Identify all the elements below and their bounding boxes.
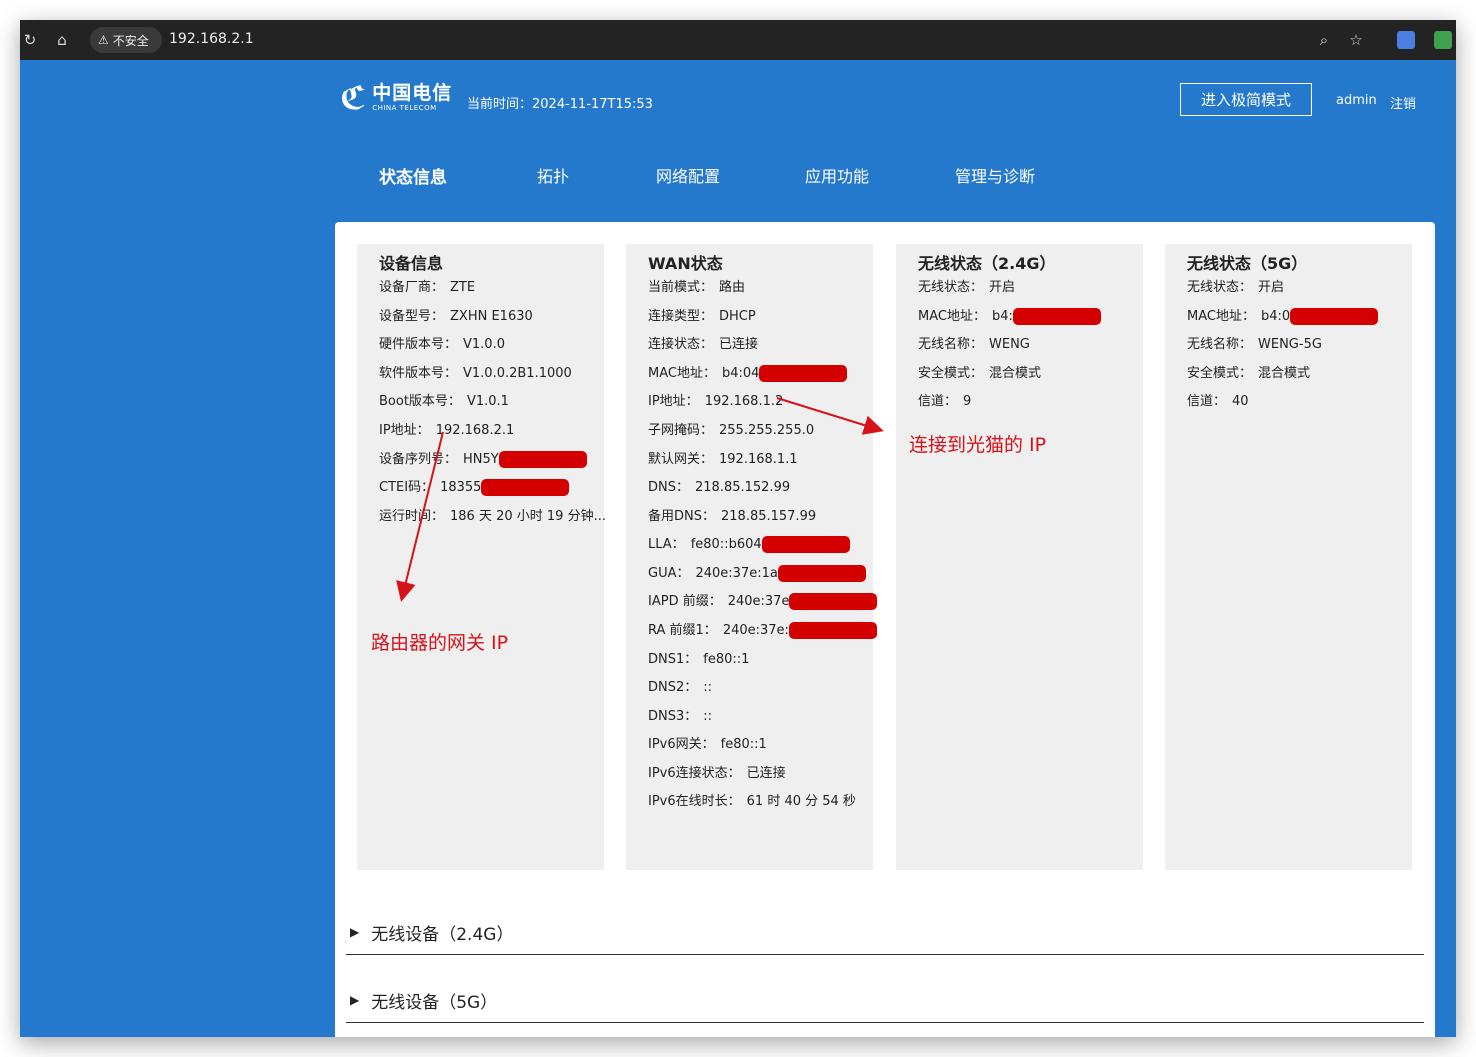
wireless-24g-row: 无线名称： WENG (918, 337, 1030, 352)
wireless-24g-card: 无线状态（2.4G） 无线状态： 开启 MAC地址： b4: 无线名称： WENG 安… (896, 244, 1143, 870)
wireless-5g-card: 无线状态（5G） 无线状态： 开启 MAC地址： b4:0 无线名称： WENG-5G… (1165, 244, 1412, 870)
security-indicator[interactable]: ⚠ 不安全 (90, 27, 162, 53)
telecom-logo-icon: ℭ (340, 79, 367, 117)
browser-window: ↻ ⌂ ⚠ 不安全 192.168.2.1 ⌕ ☆ ℭ 中国电信 CHINA T… (20, 20, 1456, 1037)
browser-toolbar: ↻ ⌂ ⚠ 不安全 192.168.2.1 ⌕ ☆ (20, 20, 1456, 60)
redaction-mark (788, 622, 877, 639)
wan-status-title: WAN状态 (648, 254, 723, 273)
wan-row: 当前模式： 路由 (648, 280, 746, 295)
wireless-5g-row: MAC地址： b4:0 (1187, 305, 1379, 325)
reload-icon[interactable]: ↻ (20, 30, 40, 50)
wan-row: DNS： 218.85.152.99 (648, 480, 791, 495)
wan-row: IPv6在线时长： 61 时 40 分 54 秒 (648, 794, 856, 809)
nav-topology[interactable]: 拓扑 (537, 163, 569, 187)
extension-icon[interactable] (1434, 31, 1452, 49)
home-icon[interactable]: ⌂ (52, 30, 72, 50)
bookmark-star-icon[interactable]: ☆ (1346, 30, 1366, 50)
wan-row: GUA： 240e:37e:1a (648, 562, 866, 582)
device-info-row: 设备序列号： HN5Y (379, 448, 587, 468)
wan-status-card: WAN状态 当前模式： 路由 连接类型： DHCP 连接状态： 已连接 MAC地址： b… (626, 244, 878, 870)
warning-icon: ⚠ (98, 33, 109, 47)
redaction-mark (1290, 308, 1379, 325)
wireless-24g-row: MAC地址： b4: (918, 305, 1101, 325)
expand-triangle-icon: ▶ (350, 993, 360, 1007)
wireless-24g-row: 无线状态： 开启 (918, 280, 1016, 295)
wan-row: DNS1： fe80::1 (648, 652, 750, 667)
wireless-devices-24g-section[interactable]: ▶ 无线设备（2.4G） (346, 910, 1424, 955)
logo-en: CHINA TELECOM (372, 104, 437, 112)
device-info-row: 设备型号： ZXHN E1630 (379, 309, 533, 324)
device-info-title: 设备信息 (379, 254, 444, 273)
device-info-row: CTEI码： 18355 (379, 476, 570, 496)
wan-row: IPv6连接状态： 已连接 (648, 766, 786, 781)
device-info-row: 硬件版本号： V1.0.0 (379, 337, 505, 352)
china-telecom-logo: ℭ 中国电信 CHINA TELECOM (340, 80, 452, 116)
wireless-24g-row: 安全模式： 混合模式 (918, 366, 1042, 381)
wan-row: 子网掩码： 255.255.255.0 (648, 423, 815, 438)
redaction-mark (777, 565, 866, 582)
wan-row: 连接状态： 已连接 (648, 337, 759, 352)
wan-row: MAC地址： b4:04 (648, 362, 848, 382)
wan-row: LLA： fe80::b604 (648, 533, 850, 553)
device-info-row: Boot版本号： V1.0.1 (379, 394, 509, 409)
redaction-mark (1012, 308, 1101, 325)
address-bar[interactable]: 192.168.2.1 (169, 31, 254, 47)
device-info-row: 运行时间： 186 天 20 小时 19 分钟... (379, 509, 606, 524)
logo-cn: 中国电信 (372, 82, 453, 104)
status-panel: 设备信息 设备厂商： ZTE 设备型号： ZXHN E1630 硬件版本号： V1.0… (335, 222, 1435, 1037)
current-time: 当前时间：2024-11-17T15:53 (467, 97, 653, 112)
device-info-row: 设备厂商： ZTE (379, 280, 476, 295)
wan-row: IAPD 前缀： 240e:37e (648, 590, 878, 610)
logout-link[interactable]: 注销 (1390, 93, 1416, 112)
nav-management[interactable]: 管理与诊断 (955, 163, 1035, 187)
wireless-24g-row: 信道： 9 (918, 394, 972, 409)
wireless-5g-row: 无线名称： WENG-5G (1187, 337, 1322, 352)
nav-network-config[interactable]: 网络配置 (656, 163, 720, 187)
device-info-row: IP地址： 192.168.2.1 (379, 423, 515, 438)
wan-row: IP地址： 192.168.1.2 (648, 394, 784, 409)
redaction-mark (498, 451, 587, 468)
expand-triangle-icon: ▶ (350, 925, 360, 939)
translate-extension-icon[interactable] (1397, 31, 1415, 49)
wireless-5g-row: 无线状态： 开启 (1187, 280, 1285, 295)
wan-row: DNS2：:: (648, 680, 713, 695)
security-label: 不安全 (112, 33, 149, 48)
wireless-24g-title: 无线状态（2.4G） (918, 254, 1056, 273)
wan-row: IPv6网关： fe80::1 (648, 737, 767, 752)
username: admin (1336, 93, 1377, 108)
modem-ip-annotation: 连接到光猫的 IP (909, 434, 1047, 456)
redaction-mark (761, 536, 850, 553)
nav-applications[interactable]: 应用功能 (805, 163, 869, 187)
device-info-row: 软件版本号： V1.0.0.2B1.1000 (379, 366, 572, 381)
wireless-devices-5g-section[interactable]: ▶ 无线设备（5G） (346, 978, 1424, 1023)
wireless-5g-title: 无线状态（5G） (1187, 254, 1308, 273)
gateway-ip-annotation: 路由器的网关 IP (371, 632, 509, 654)
redaction-mark (481, 479, 570, 496)
simple-mode-button[interactable]: 进入极简模式 (1180, 83, 1312, 116)
device-info-card: 设备信息 设备厂商： ZTE 设备型号： ZXHN E1630 硬件版本号： V1.0… (357, 244, 606, 870)
wan-row: 连接类型： DHCP (648, 309, 756, 324)
wan-row: DNS3：:: (648, 709, 713, 724)
wireless-5g-row: 安全模式： 混合模式 (1187, 366, 1311, 381)
wan-row: 默认网关： 192.168.1.1 (648, 452, 798, 467)
redaction-mark (759, 365, 848, 382)
redaction-mark (789, 593, 878, 610)
nav-status[interactable]: 状态信息 (379, 163, 447, 188)
wireless-5g-row: 信道： 40 (1187, 394, 1249, 409)
zoom-icon[interactable]: ⌕ (1314, 30, 1334, 50)
wan-row: RA 前缀1： 240e:37e: (648, 619, 877, 639)
wan-row: 备用DNS： 218.85.157.99 (648, 509, 817, 524)
